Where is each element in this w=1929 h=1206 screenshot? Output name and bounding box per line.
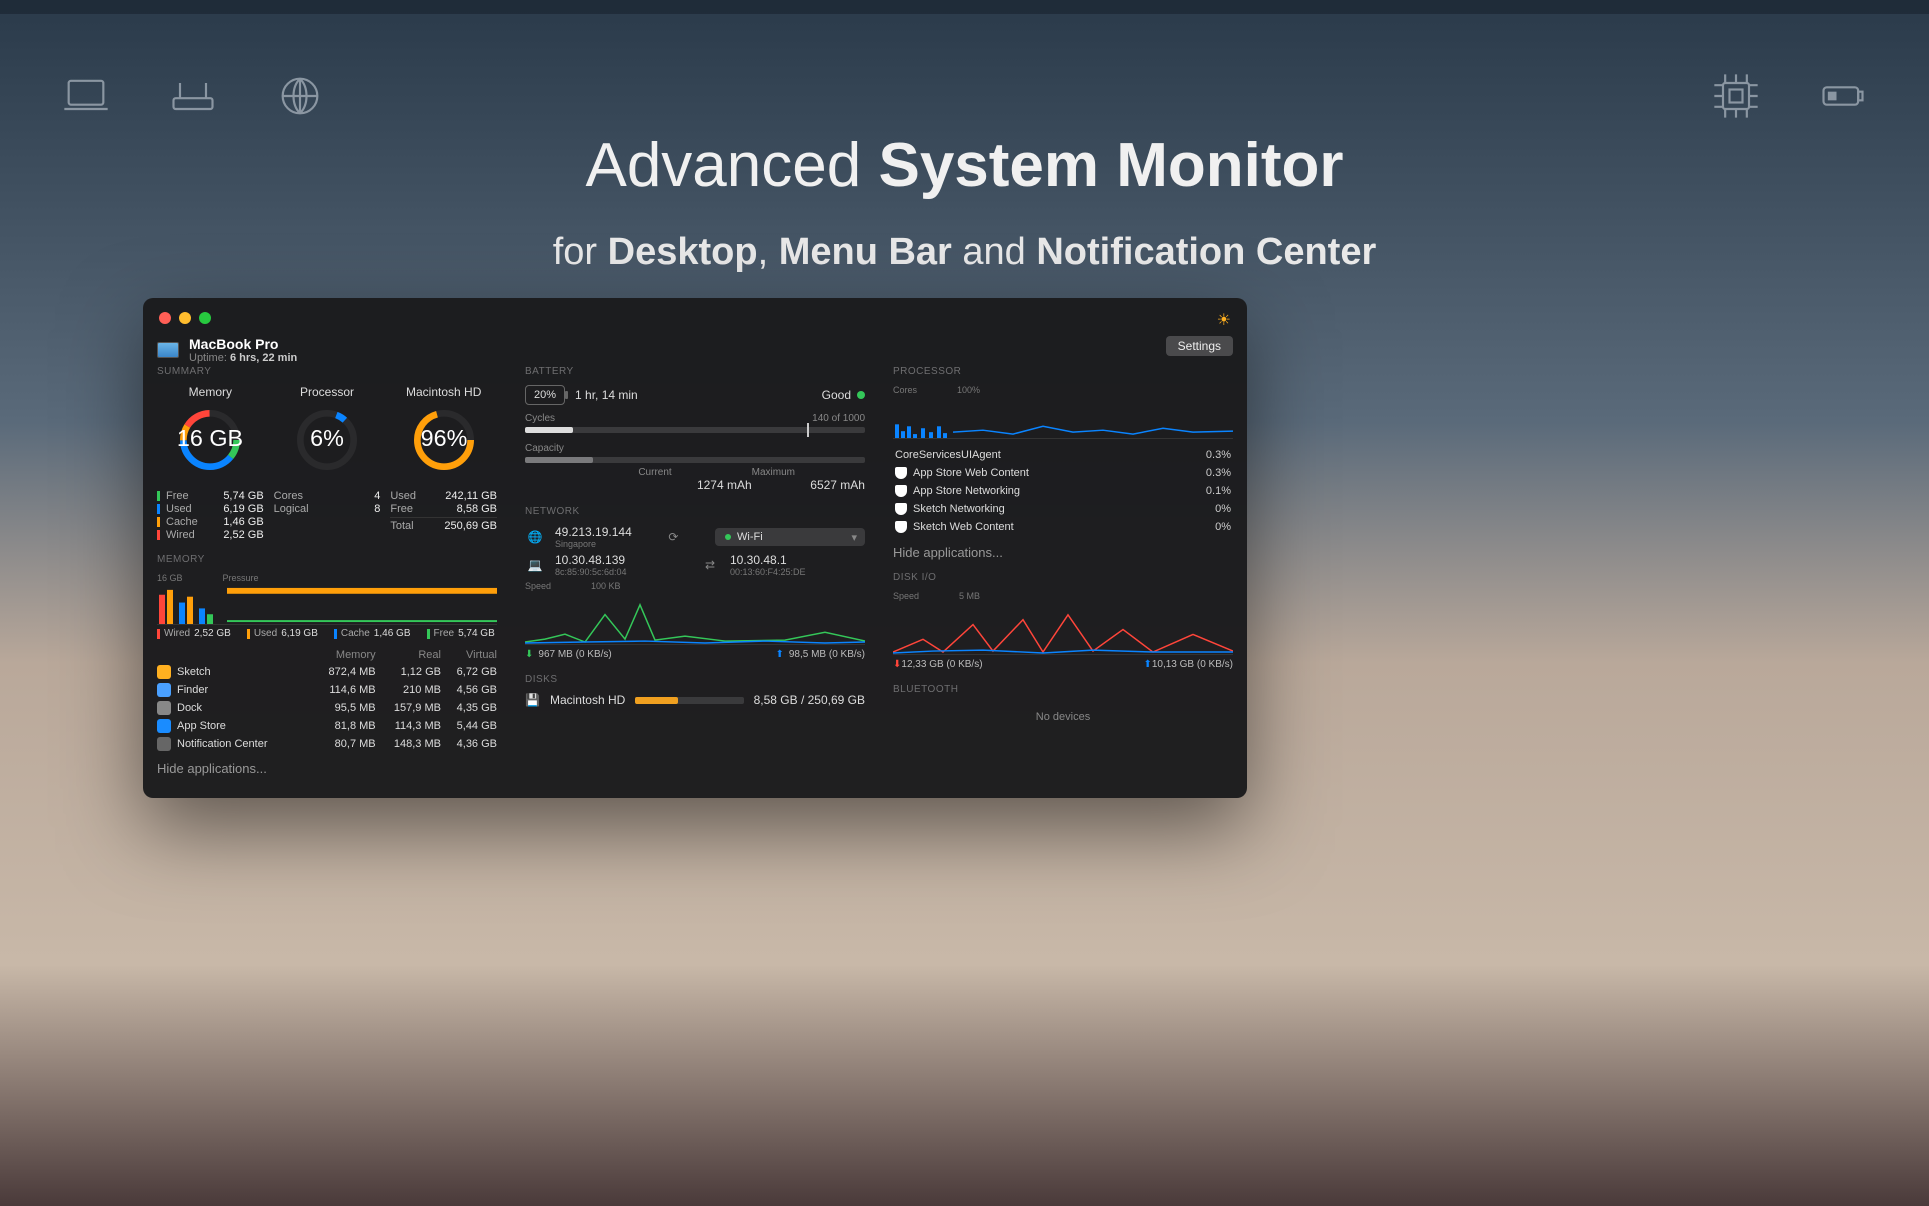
- legend-item: Wired2,52 GB: [157, 628, 231, 639]
- disks-label: DISKS: [525, 674, 865, 685]
- lan-ip: 10.30.48.139: [555, 553, 690, 567]
- network-up: 98,5 MB (0 KB/s): [789, 649, 865, 660]
- public-ip: 49.213.19.144: [555, 525, 632, 539]
- diskio-read: 10,13 GB (0 KB/s): [1152, 659, 1233, 670]
- table-row[interactable]: Sketch Web Content0%: [895, 519, 1231, 535]
- device-icon: [157, 342, 179, 358]
- shield-icon: [895, 485, 907, 497]
- battery-capacity-bar: [525, 457, 865, 463]
- table-row[interactable]: Finder114,6 MB210 MB4,56 GB: [157, 681, 497, 699]
- summary-memory-label: Memory: [157, 385, 264, 399]
- shield-icon: [895, 467, 907, 479]
- network-chart: [525, 595, 865, 645]
- battery-percentage: 20%: [525, 385, 565, 405]
- legend-item: Free5,74 GB: [157, 490, 264, 502]
- memory-chart: [157, 585, 497, 625]
- hero-title-bold: System Monitor: [878, 131, 1343, 200]
- bluetooth-none: No devices: [893, 711, 1233, 723]
- battery-status: Good: [822, 388, 851, 402]
- laptop-icon: [60, 70, 112, 122]
- hide-apps-memory[interactable]: Hide applications...: [157, 761, 497, 776]
- disk-icon: 💾: [525, 693, 540, 707]
- legend-item: Cache1,46 GB: [334, 628, 411, 639]
- globe-small-icon: 🌐: [525, 530, 545, 544]
- table-row[interactable]: Notification Center80,7 MB148,3 MB4,36 G…: [157, 735, 497, 753]
- router-small-icon: ⇄: [700, 558, 720, 572]
- table-row[interactable]: App Store Web Content0.3%: [895, 465, 1231, 481]
- legend-item: Wired2,52 GB: [157, 529, 264, 541]
- processor-donut: 6%: [292, 405, 362, 475]
- battery-hero-icon: [1817, 70, 1869, 122]
- table-row[interactable]: App Store Networking0.1%: [895, 483, 1231, 499]
- table-row[interactable]: App Store81,8 MB114,3 MB5,44 GB: [157, 717, 497, 735]
- summary-label: SUMMARY: [157, 366, 497, 377]
- legend-item: Used6,19 GB: [157, 503, 264, 515]
- memory-section-label: MEMORY: [157, 554, 497, 565]
- legend-item: Used6,19 GB: [247, 628, 318, 639]
- network-down: 967 MB (0 KB/s): [538, 649, 611, 660]
- router-ip: 10.30.48.1: [730, 553, 865, 567]
- hide-apps-processor[interactable]: Hide applications...: [893, 545, 1233, 560]
- theme-toggle-icon[interactable]: ☀: [1217, 310, 1231, 330]
- hero-title-light: Advanced: [585, 131, 878, 200]
- chip-icon: [1710, 70, 1762, 122]
- processor-label: PROCESSOR: [893, 366, 1233, 377]
- memory-donut: 16 GB: [175, 405, 245, 475]
- hero-icons-right: [1710, 70, 1869, 122]
- diskio-chart: [893, 605, 1233, 655]
- legend-item: Cache1,46 GB: [157, 516, 264, 528]
- upload-icon: ⬆: [775, 649, 783, 660]
- battery-cycles-bar: [525, 427, 865, 433]
- disk-usage-value: 8,58 GB / 250,69 GB: [754, 693, 865, 707]
- summary-processor-label: Processor: [274, 385, 381, 399]
- globe-icon: [274, 70, 326, 122]
- refresh-button[interactable]: ⟳: [668, 530, 678, 544]
- bluetooth-label: BLUETOOTH: [893, 684, 1233, 695]
- disk-name: Macintosh HD: [550, 693, 625, 707]
- svg-text:96%: 96%: [420, 425, 467, 451]
- settings-button[interactable]: Settings: [1166, 336, 1233, 356]
- window-close[interactable]: [159, 312, 171, 324]
- legend-item: Free5,74 GB: [427, 628, 495, 639]
- cores-chart: [893, 397, 1233, 439]
- router-icon: [167, 70, 219, 122]
- window-minimize[interactable]: [179, 312, 191, 324]
- interface-select[interactable]: Wi-Fi: [715, 528, 865, 546]
- download-icon: ⬇: [525, 649, 533, 660]
- processor-table: CoreServicesUIAgent0.3% App Store Web Con…: [893, 445, 1233, 537]
- memory-table: Memory Real Virtual Sketch872,4 MB1,12 G…: [157, 647, 497, 753]
- summary-disk-label: Macintosh HD: [390, 385, 497, 399]
- shield-icon: [895, 503, 907, 515]
- laptop-small-icon: 💻: [525, 558, 545, 572]
- battery-label: BATTERY: [525, 366, 865, 377]
- network-label: NETWORK: [525, 506, 865, 517]
- table-row[interactable]: Sketch Networking0%: [895, 501, 1231, 517]
- table-row[interactable]: Sketch872,4 MB1,12 GB6,72 GB: [157, 663, 497, 681]
- diskio-label: DISK I/O: [893, 572, 1233, 583]
- window-zoom[interactable]: [199, 312, 211, 324]
- battery-time: 1 hr, 14 min: [575, 388, 638, 402]
- diskio-write: 12,33 GB (0 KB/s): [901, 659, 982, 670]
- status-dot-icon: [857, 391, 865, 399]
- device-name: MacBook Pro: [189, 336, 297, 352]
- disk-usage-bar: [635, 697, 743, 704]
- app-window: ☀ Settings MacBook Pro Uptime: 6 hrs, 22…: [143, 298, 1247, 798]
- svg-text:6%: 6%: [310, 425, 344, 451]
- hero-title: Advanced System Monitor for Desktop, Men…: [0, 130, 1929, 274]
- read-icon: ⬆: [1143, 659, 1151, 670]
- disk-donut: 96%: [409, 405, 479, 475]
- hero-icons-left: [60, 70, 326, 122]
- table-row[interactable]: Dock95,5 MB157,9 MB4,35 GB: [157, 699, 497, 717]
- shield-icon: [895, 521, 907, 533]
- svg-text:16 GB: 16 GB: [177, 425, 243, 451]
- table-row[interactable]: CoreServicesUIAgent0.3%: [895, 447, 1231, 463]
